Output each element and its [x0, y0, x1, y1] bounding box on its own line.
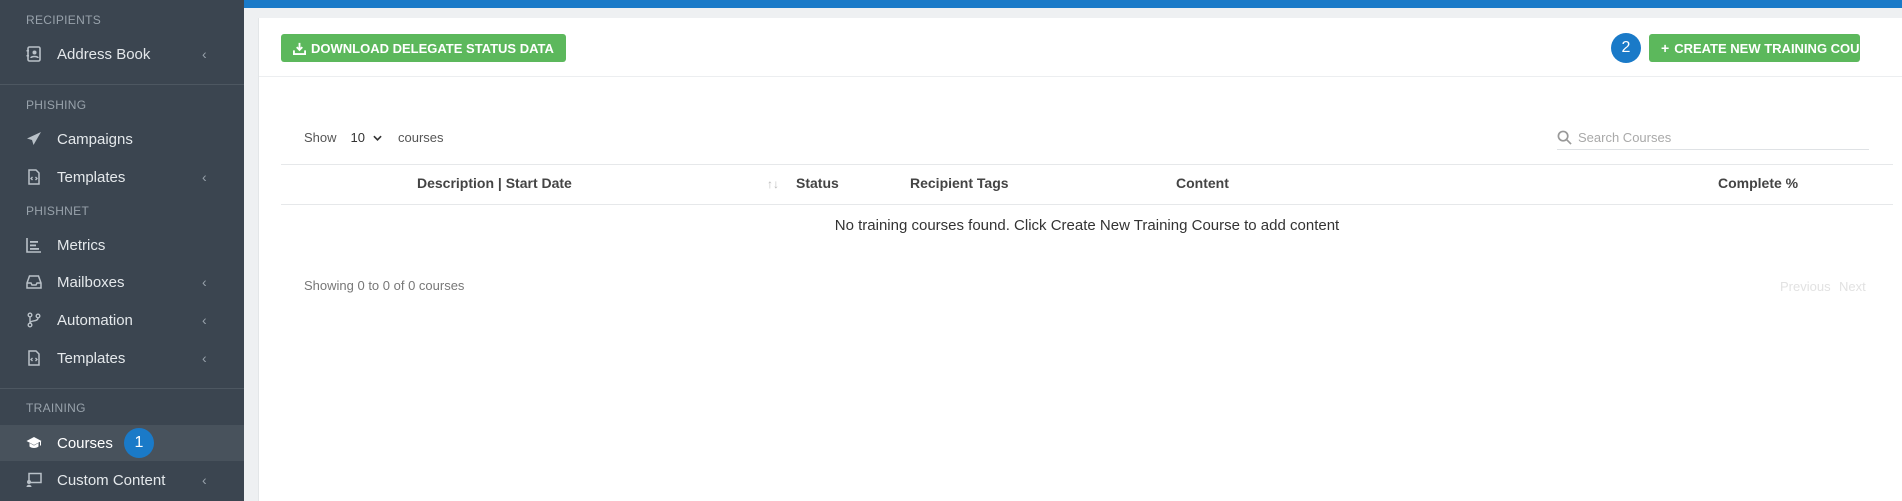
plus-icon: +	[1661, 40, 1670, 56]
download-button-label: DOWNLOAD DELEGATE STATUS DATA	[311, 40, 554, 56]
step-badge: 2	[1611, 33, 1641, 63]
pagination-previous[interactable]: Previous	[1780, 279, 1831, 294]
sidebar-item-address-book[interactable]: Address Book ‹	[0, 36, 244, 72]
sidebar-item-label: Custom Content	[57, 471, 166, 489]
chevron-left-icon: ‹	[202, 472, 207, 488]
sidebar-item-mailboxes[interactable]: Mailboxes ‹	[0, 264, 244, 300]
sidebar-divider	[0, 84, 244, 85]
chevron-down-icon	[373, 135, 382, 141]
column-header-content[interactable]: Content	[1176, 175, 1229, 191]
search-icon	[1557, 130, 1573, 146]
pagination-next[interactable]: Next	[1839, 279, 1866, 294]
sidebar-item-templates-phishnet[interactable]: Templates ‹	[0, 340, 244, 376]
address-book-icon	[26, 46, 42, 62]
top-accent-bar	[244, 0, 1902, 8]
sidebar-item-label: Templates	[57, 349, 126, 367]
sidebar-item-courses[interactable]: Courses	[0, 425, 244, 461]
sidebar-item-automation[interactable]: Automation ‹	[0, 302, 244, 338]
page-size-value: 10	[350, 130, 365, 145]
sidebar-divider	[0, 388, 244, 389]
empty-table-message: No training courses found. Click Create …	[834, 217, 1340, 234]
section-label-recipients: RECIPIENTS	[26, 13, 102, 27]
chevron-left-icon: ‹	[202, 312, 207, 328]
search-placeholder: Search Courses	[1578, 130, 1672, 145]
download-delegate-status-button[interactable]: DOWNLOAD DELEGATE STATUS DATA	[281, 34, 566, 62]
sidebar-item-label: Metrics	[57, 236, 106, 254]
chevron-left-icon: ‹	[202, 46, 207, 62]
presentation-icon	[26, 472, 42, 488]
create-button-label: CREATE NEW TRAINING COURSE	[1674, 40, 1887, 56]
chart-bars-icon	[26, 237, 42, 253]
show-label: Show	[304, 130, 337, 145]
sort-icon[interactable]: ↑↓	[767, 177, 779, 191]
sidebar-item-label: Mailboxes	[57, 273, 125, 291]
section-label-training: TRAINING	[26, 401, 86, 415]
page-size-select[interactable]: 10	[347, 128, 386, 147]
inbox-icon	[26, 274, 42, 290]
file-code-icon	[26, 350, 42, 366]
sidebar-item-templates-phishing[interactable]: Templates ‹	[0, 159, 244, 195]
section-label-phishnet: PHISHNET	[26, 204, 90, 218]
sidebar-item-label: Templates	[57, 168, 126, 186]
table-header-bottom-border	[281, 204, 1893, 205]
table-info: Showing 0 to 0 of 0 courses	[304, 278, 465, 293]
panel-header-divider	[259, 76, 1902, 77]
column-header-complete[interactable]: Complete %	[1718, 175, 1798, 191]
sidebar-item-metrics[interactable]: Metrics	[0, 227, 244, 263]
page-size-control: Show 10 courses	[304, 128, 444, 147]
table-header-top-border	[281, 164, 1893, 165]
sidebar-item-label: Automation	[57, 311, 133, 329]
step-badge: 1	[124, 428, 154, 458]
sidebar-item-campaigns[interactable]: Campaigns	[0, 121, 244, 157]
paper-plane-icon	[26, 131, 42, 147]
graduation-cap-icon	[26, 435, 42, 451]
branch-icon	[26, 312, 42, 328]
sidebar-item-custom-content[interactable]: Custom Content ‹	[0, 462, 244, 498]
column-header-status[interactable]: Status	[796, 175, 839, 191]
chevron-left-icon: ‹	[202, 350, 207, 366]
section-label-phishing: PHISHING	[26, 98, 87, 112]
column-header-description[interactable]: Description | Start Date	[417, 175, 572, 191]
chevron-left-icon: ‹	[202, 274, 207, 290]
chevron-left-icon: ‹	[202, 169, 207, 185]
page-size-suffix: courses	[398, 130, 444, 145]
create-training-course-button[interactable]: + CREATE NEW TRAINING COURSE	[1649, 34, 1886, 62]
sidebar: RECIPIENTS Address Book ‹ PHISHING Campa…	[0, 0, 244, 501]
file-code-icon	[26, 169, 42, 185]
sidebar-item-label: Courses	[57, 434, 113, 452]
sidebar-item-label: Campaigns	[57, 130, 133, 148]
sidebar-item-label: Address Book	[57, 45, 151, 63]
download-icon	[293, 42, 306, 55]
courses-panel	[258, 18, 1902, 501]
column-header-recipient-tags[interactable]: Recipient Tags	[910, 175, 1009, 191]
search-courses-input[interactable]: Search Courses	[1557, 126, 1869, 150]
